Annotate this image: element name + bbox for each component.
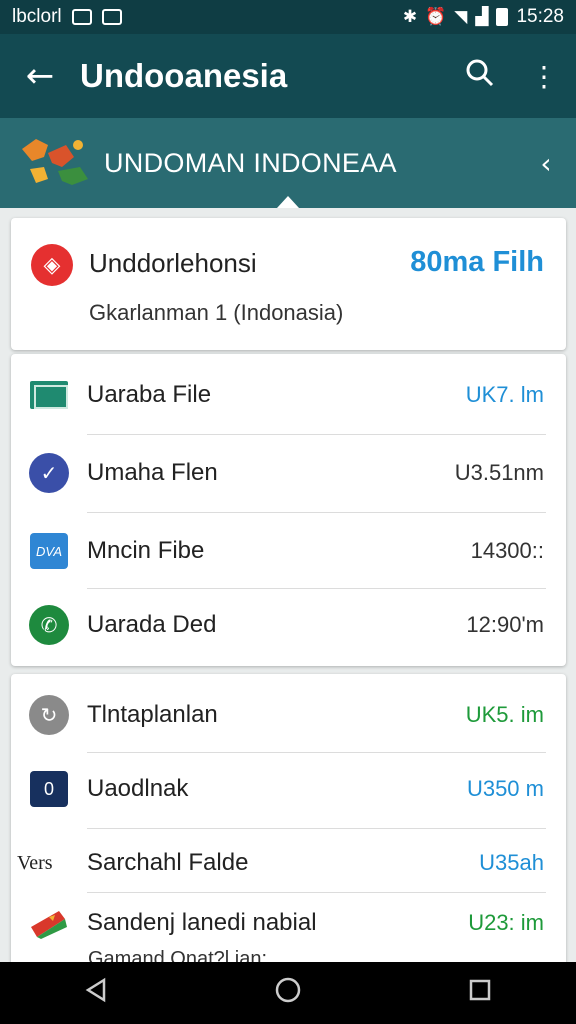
list-item-value: UK7. lm <box>465 382 544 407</box>
check-circle-icon: ✓ <box>29 453 69 493</box>
image-icon <box>71 9 92 25</box>
clock-time: 15:28 <box>516 6 564 27</box>
summary-name: Unddorlehonsi <box>89 248 257 278</box>
vers-text-icon: Vers <box>17 851 53 874</box>
notification-icon <box>101 9 122 25</box>
arrow-left-icon[interactable]: ← <box>0 56 80 96</box>
alarm-icon: ⏰ <box>425 7 447 27</box>
list-item-label: Umaha Flen <box>87 459 218 486</box>
list-item-label: Uaodlnak <box>87 775 189 802</box>
page-title: Undooanesia <box>80 57 288 94</box>
list-item-value: U23: im <box>468 910 544 935</box>
list-item-value: 12:90'm <box>466 612 544 637</box>
list-item[interactable]: ↻ Tlntaplanlan UK5. im <box>11 676 566 754</box>
clock-icon: ↻ <box>29 695 69 735</box>
indonesia-map-icon <box>18 131 94 195</box>
search-icon[interactable] <box>448 58 512 95</box>
banner-title: UNDOMAN INDONEAA <box>104 147 397 178</box>
list-item-label: Tlntaplanlan <box>87 701 218 728</box>
list-item[interactable]: Uaraba File UK7. lm <box>11 356 566 434</box>
file-list-card-2: ↻ Tlntaplanlan UK5. im 0 Uaodlnak U350 m… <box>11 674 566 974</box>
file-list-card: Uaraba File UK7. lm ✓ Umaha Flen U3.51nm… <box>11 354 566 666</box>
app-bar: ← Undooanesia ⋮ <box>0 34 576 118</box>
list-item[interactable]: ✆ Uarada Ded 12:90'm <box>11 586 566 664</box>
nav-home-icon[interactable] <box>258 976 318 1011</box>
nav-recents-icon[interactable] <box>450 976 510 1011</box>
banner-pointer <box>277 196 299 208</box>
list-item[interactable]: DVA Mncin Fibe 14300:: <box>11 512 566 590</box>
card-icon: DVA <box>30 533 68 569</box>
summary-amount: 80ma Filh <box>410 246 544 278</box>
list-item-label: Sarchahl Falde <box>87 849 249 876</box>
battery-icon <box>496 8 509 26</box>
status-bar: lbclorl ✱ ⏰ ◥ ▟ 15:28 <box>0 0 576 34</box>
bluetooth-icon: ✱ <box>402 7 418 27</box>
region-banner[interactable]: UNDOMAN INDONEAA ‹ <box>0 118 576 208</box>
signal-icon: ▟ <box>475 7 489 27</box>
list-item-label: Mncin Fibe <box>87 537 205 564</box>
list-item-label: Uarada Ded <box>87 611 217 638</box>
wifi-icon: ◥ <box>454 7 468 27</box>
list-item-value: U350 m <box>466 776 544 801</box>
location-icon: ◈ <box>31 244 73 286</box>
list-item-value: U35ah <box>479 850 544 875</box>
badge-icon: 0 <box>30 771 68 807</box>
list-item-label: Sandenj lanedi nabial <box>87 909 317 936</box>
carrier-label: lbclorl <box>12 6 62 27</box>
nav-back-icon[interactable] <box>66 976 126 1011</box>
list-item-value: U3.51nm <box>454 460 544 485</box>
system-nav-bar <box>0 962 576 1024</box>
list-item-value: UK5. im <box>465 702 544 727</box>
list-item-label: Uaraba File <box>87 381 212 408</box>
more-vert-icon[interactable]: ⋮ <box>512 60 576 93</box>
mail-icon <box>30 381 68 409</box>
list-item[interactable]: 0 Uaodlnak U350 m <box>11 750 566 828</box>
summary-card[interactable]: ◈ Unddorlehonsi 80ma Filh Gkarlanman 1 (… <box>11 218 566 350</box>
phone-icon: ✆ <box>29 605 69 645</box>
list-item[interactable]: ✓ Umaha Flen U3.51nm <box>11 434 566 512</box>
summary-subtitle: Gkarlanman 1 (Indonasia) <box>89 300 344 325</box>
chevron-left-icon[interactable]: ‹ <box>516 147 576 180</box>
list-item-value: 14300:: <box>470 538 544 563</box>
flag-icon <box>31 911 67 939</box>
